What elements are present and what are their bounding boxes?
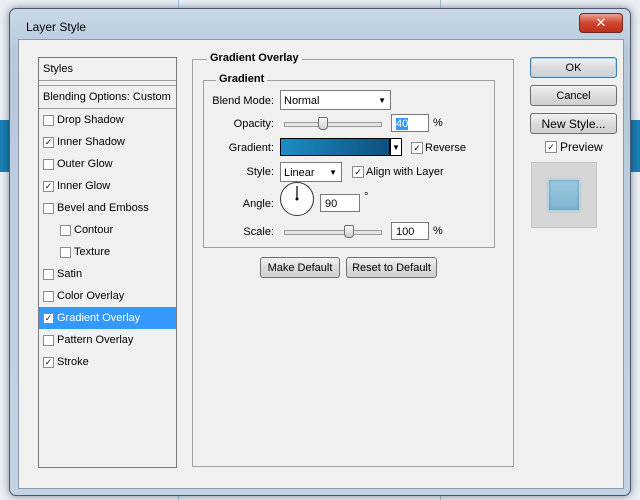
check-icon: ✓: [354, 167, 362, 177]
angle-dial[interactable]: [280, 182, 314, 216]
style-item-label: Contour: [74, 224, 114, 236]
blend-mode-value: Normal: [284, 95, 320, 107]
style-item-label: Outer Glow: [57, 158, 113, 170]
styles-header[interactable]: Styles: [39, 58, 176, 81]
style-checkbox[interactable]: ✓: [43, 357, 54, 368]
check-icon: ✓: [413, 143, 421, 153]
title-bar[interactable]: Layer Style ✕: [10, 9, 630, 39]
style-checkbox[interactable]: [43, 159, 54, 170]
group-title: Gradient Overlay: [207, 52, 302, 64]
scale-label: Scale:: [243, 226, 274, 238]
style-checkbox[interactable]: [43, 291, 54, 302]
style-item-pattern-overlay[interactable]: Pattern Overlay: [39, 329, 176, 351]
style-checkbox[interactable]: [43, 203, 54, 214]
reset-to-default-button[interactable]: Reset to Default: [346, 257, 437, 278]
style-item-texture[interactable]: Texture: [39, 241, 176, 263]
close-button[interactable]: ✕: [579, 13, 623, 33]
angle-label: Angle:: [242, 198, 274, 210]
ok-button[interactable]: OK: [530, 57, 617, 78]
scale-input[interactable]: 100: [391, 222, 429, 240]
layer-style-dialog: Layer Style ✕ Styles Blending Options: C…: [9, 8, 631, 496]
chevron-down-icon: ▼: [329, 168, 337, 177]
style-item-contour[interactable]: Contour: [39, 219, 176, 241]
angle-value: 90: [325, 198, 338, 210]
close-icon: ✕: [595, 15, 607, 30]
preview-label: Preview: [560, 140, 603, 154]
gradient-subgroup: Gradient Blend Mode: Normal ▼ Opacity: 4…: [203, 73, 495, 248]
gradient-label: Gradient:: [228, 142, 274, 154]
style-label: Style:: [246, 166, 274, 178]
align-with-layer-checkbox[interactable]: ✓: [352, 166, 364, 178]
dialog-title: Layer Style: [26, 20, 87, 34]
style-item-label: Inner Shadow: [57, 136, 125, 148]
opacity-label: Opacity:: [233, 118, 274, 130]
scale-value: 100: [396, 226, 415, 238]
style-item-label: Inner Glow: [57, 180, 111, 192]
style-item-label: Texture: [74, 246, 111, 258]
style-item-outer-glow[interactable]: Outer Glow: [39, 153, 176, 175]
blend-mode-label: Blend Mode:: [212, 95, 274, 107]
scale-unit: %: [433, 225, 443, 237]
style-item-inner-shadow[interactable]: ✓ Inner Shadow: [39, 131, 176, 153]
reverse-label: Reverse: [425, 142, 466, 154]
style-item-label: Color Overlay: [57, 290, 125, 302]
style-item-label: Pattern Overlay: [57, 334, 134, 346]
cancel-button[interactable]: Cancel: [530, 85, 617, 106]
gradient-swatch[interactable]: [280, 138, 390, 156]
preview-checkbox[interactable]: ✓: [545, 141, 557, 153]
reverse-checkbox[interactable]: ✓: [411, 142, 423, 154]
style-checkbox[interactable]: [43, 115, 54, 126]
opacity-value: 40: [396, 118, 409, 130]
angle-unit: °: [364, 191, 369, 203]
style-item-gradient-overlay[interactable]: ✓ Gradient Overlay: [39, 307, 176, 329]
style-checkbox[interactable]: ✓: [43, 137, 54, 148]
chevron-down-icon: ▼: [378, 96, 386, 105]
preview-swatch: [548, 179, 580, 211]
style-item-label: Stroke: [57, 356, 89, 368]
dialog-body: Styles Blending Options: Custom Drop Sha…: [18, 39, 624, 489]
blending-options-item[interactable]: Blending Options: Custom: [39, 85, 176, 109]
opacity-slider[interactable]: [284, 122, 382, 127]
angle-needle-icon: [295, 186, 299, 201]
style-checkbox[interactable]: [60, 247, 71, 258]
style-item-label: Satin: [57, 268, 83, 280]
opacity-slider-thumb[interactable]: [318, 117, 329, 130]
style-checkbox[interactable]: [43, 335, 54, 346]
style-item-drop-shadow[interactable]: Drop Shadow: [39, 109, 176, 131]
style-checkbox[interactable]: ✓: [43, 313, 54, 324]
gradient-overlay-group: Gradient Overlay Gradient Blend Mode: No…: [192, 52, 514, 467]
styles-list: Styles Blending Options: Custom Drop Sha…: [38, 57, 177, 468]
style-item-inner-glow[interactable]: ✓ Inner Glow: [39, 175, 176, 197]
angle-input[interactable]: 90: [320, 194, 360, 212]
subgroup-title: Gradient: [216, 73, 268, 85]
check-icon: ✓: [547, 142, 555, 152]
style-preview: [531, 162, 597, 228]
style-checkbox[interactable]: ✓: [43, 181, 54, 192]
style-item-label: Drop Shadow: [57, 114, 124, 126]
make-default-button[interactable]: Make Default: [260, 257, 340, 278]
scale-slider[interactable]: [284, 230, 382, 235]
style-items: Drop Shadow ✓ Inner Shadow Outer Glow ✓ Inner…: [39, 109, 176, 373]
style-checkbox[interactable]: [60, 225, 71, 236]
style-item-bevel-and-emboss[interactable]: Bevel and Emboss: [39, 197, 176, 219]
opacity-input[interactable]: 40: [391, 114, 429, 132]
style-item-stroke[interactable]: ✓ Stroke: [39, 351, 176, 373]
align-with-layer-label: Align with Layer: [366, 166, 444, 178]
style-item-satin[interactable]: Satin: [39, 263, 176, 285]
scale-slider-thumb[interactable]: [344, 225, 355, 238]
style-item-color-overlay[interactable]: Color Overlay: [39, 285, 176, 307]
style-checkbox[interactable]: [43, 269, 54, 280]
blend-mode-select[interactable]: Normal ▼: [280, 90, 391, 110]
style-value: Linear: [284, 167, 315, 179]
chevron-down-icon: ▼: [392, 143, 400, 152]
new-style-button[interactable]: New Style...: [530, 113, 617, 134]
gradient-picker-button[interactable]: ▼: [390, 138, 402, 156]
style-select[interactable]: Linear ▼: [280, 162, 342, 182]
style-item-label: Gradient Overlay: [57, 312, 141, 324]
opacity-unit: %: [433, 117, 443, 129]
style-item-label: Bevel and Emboss: [57, 202, 149, 214]
